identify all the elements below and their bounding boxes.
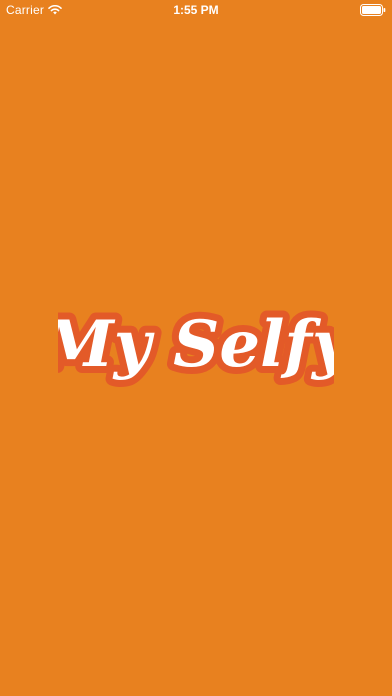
status-time: 1:55 PM <box>173 3 219 17</box>
app-logo: My Selfy My Selfy <box>58 300 334 389</box>
status-bar: Carrier 1:55 PM <box>0 0 392 20</box>
logo-text: My Selfy <box>58 307 334 382</box>
splash-screen: Carrier 1:55 PM My Selfy My Selfy <box>0 0 392 696</box>
battery-icon <box>360 4 386 16</box>
